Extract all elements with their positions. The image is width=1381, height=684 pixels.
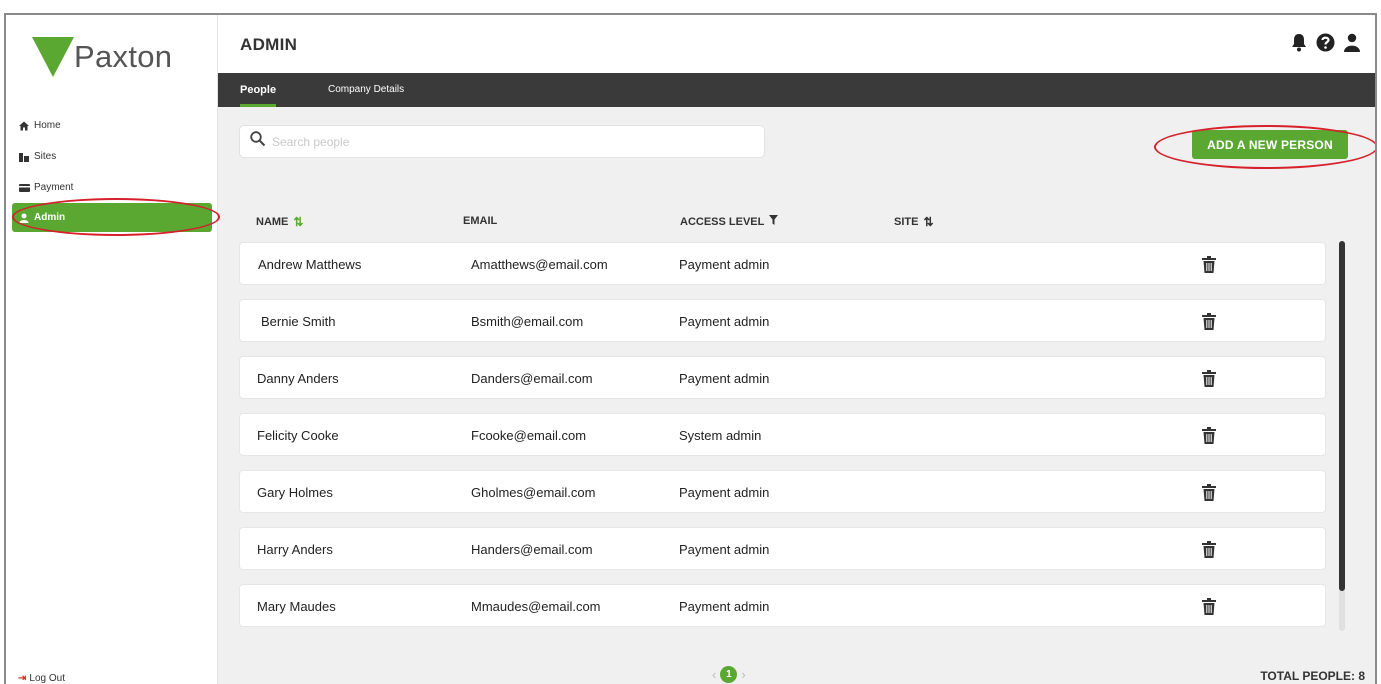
delete-trash-icon[interactable] — [1202, 313, 1216, 330]
cell-name: Danny Anders — [257, 371, 339, 386]
cell-email: Danders@email.com — [471, 371, 593, 386]
sidebar-item-label: Payment — [34, 182, 74, 193]
table-row[interactable]: Felicity Cooke Fcooke@email.com System a… — [239, 413, 1326, 456]
sort-icon[interactable]: ⇅ — [293, 215, 303, 229]
delete-trash-icon[interactable] — [1202, 256, 1216, 273]
table-row[interactable]: Andrew Matthews Amatthews@email.com Paym… — [239, 242, 1326, 285]
cell-access-level: Payment admin — [679, 599, 770, 614]
sidebar: Paxton Home Sites Payment Admin ⇥ Log Ou… — [6, 15, 218, 684]
next-page-icon[interactable]: › — [741, 667, 745, 682]
delete-trash-icon[interactable] — [1202, 370, 1216, 387]
pagination: ‹ 1 › — [712, 666, 746, 683]
search-input[interactable] — [272, 134, 742, 149]
help-icon[interactable] — [1316, 33, 1335, 52]
cell-access-level: Payment admin — [679, 485, 770, 500]
sidebar-nav: Home Sites Payment Admin — [12, 110, 212, 232]
cell-email: Bsmith@email.com — [471, 314, 584, 329]
delete-trash-icon[interactable] — [1202, 598, 1216, 615]
cell-access-level: Payment admin — [679, 314, 770, 329]
cell-access-level: System admin — [679, 428, 762, 443]
person-icon — [18, 212, 30, 224]
cell-name: Bernie Smith — [261, 314, 336, 329]
cell-name: Andrew Matthews — [258, 257, 362, 272]
header-icons — [1290, 33, 1361, 52]
paxton-logo[interactable]: Paxton — [32, 37, 172, 77]
table-header: NAME ⇅ EMAIL ACCESS LEVEL SITE ⇅ — [239, 215, 1339, 235]
sites-icon — [18, 151, 30, 163]
sidebar-item-admin[interactable]: Admin — [12, 203, 212, 232]
table-row[interactable]: Harry Anders Handers@email.com Payment a… — [239, 527, 1326, 570]
filter-icon[interactable] — [769, 215, 779, 228]
sidebar-item-label: Admin — [34, 212, 66, 223]
bell-icon[interactable] — [1290, 33, 1308, 52]
cell-email: Amatthews@email.com — [471, 257, 608, 272]
tab-bar: People Company Details — [218, 73, 1375, 107]
cell-access-level: Payment admin — [679, 542, 770, 557]
column-header-site[interactable]: SITE ⇅ — [894, 215, 934, 229]
delete-trash-icon[interactable] — [1202, 427, 1216, 444]
logout-label: Log Out — [29, 673, 65, 684]
logo-triangle-icon — [32, 37, 74, 77]
scrollbar-thumb[interactable] — [1339, 241, 1345, 591]
add-new-person-button[interactable]: ADD A NEW PERSON — [1192, 130, 1348, 159]
tab-company-details[interactable]: Company Details — [328, 73, 404, 107]
delete-trash-icon[interactable] — [1202, 541, 1216, 558]
column-header-access-level[interactable]: ACCESS LEVEL — [680, 215, 779, 228]
delete-trash-icon[interactable] — [1202, 484, 1216, 501]
cell-access-level: Payment admin — [679, 257, 770, 272]
app-window: Paxton Home Sites Payment Admin ⇥ Log Ou… — [4, 13, 1377, 684]
cell-access-level: Payment admin — [679, 371, 770, 386]
user-icon[interactable] — [1343, 33, 1361, 52]
total-people-count: TOTAL PEOPLE: 8 — [1260, 669, 1365, 683]
sidebar-item-payment[interactable]: Payment — [12, 172, 212, 203]
search-icon — [250, 131, 266, 152]
sidebar-item-home[interactable]: Home — [12, 110, 212, 141]
home-icon — [18, 120, 30, 132]
logout-link[interactable]: ⇥ Log Out — [18, 673, 65, 684]
sort-icon[interactable]: ⇅ — [923, 215, 933, 229]
search-box — [239, 125, 765, 158]
logo-text: Paxton — [74, 39, 173, 74]
header: ADMIN — [218, 15, 1375, 73]
cell-email: Gholmes@email.com — [471, 485, 596, 500]
sidebar-item-label: Sites — [34, 151, 57, 162]
table-row[interactable]: Gary Holmes Gholmes@email.com Payment ad… — [239, 470, 1326, 513]
column-header-name[interactable]: NAME ⇅ — [256, 215, 303, 229]
sidebar-item-label: Home — [34, 120, 61, 131]
cell-email: Handers@email.com — [471, 542, 593, 557]
page-title: ADMIN — [240, 35, 298, 54]
table-row[interactable]: Danny Anders Danders@email.com Payment a… — [239, 356, 1326, 399]
column-header-email: EMAIL — [463, 215, 498, 227]
logout-icon: ⇥ — [18, 673, 27, 684]
tab-people[interactable]: People — [240, 73, 277, 107]
cell-email: Mmaudes@email.com — [471, 599, 601, 614]
sidebar-item-sites[interactable]: Sites — [12, 141, 212, 172]
cell-name: Mary Maudes — [257, 599, 336, 614]
page-number-button[interactable]: 1 — [720, 666, 738, 683]
table-row[interactable]: Mary Maudes Mmaudes@email.com Payment ad… — [239, 584, 1326, 627]
payment-icon — [18, 182, 30, 194]
cell-name: Felicity Cooke — [257, 428, 339, 443]
cell-name: Gary Holmes — [257, 485, 333, 500]
table-scrollbar[interactable] — [1339, 241, 1345, 631]
cell-email: Fcooke@email.com — [471, 428, 587, 443]
cell-name: Harry Anders — [257, 542, 333, 557]
table-row[interactable]: Bernie Smith Bsmith@email.com Payment ad… — [239, 299, 1326, 342]
prev-page-icon[interactable]: ‹ — [712, 667, 716, 682]
